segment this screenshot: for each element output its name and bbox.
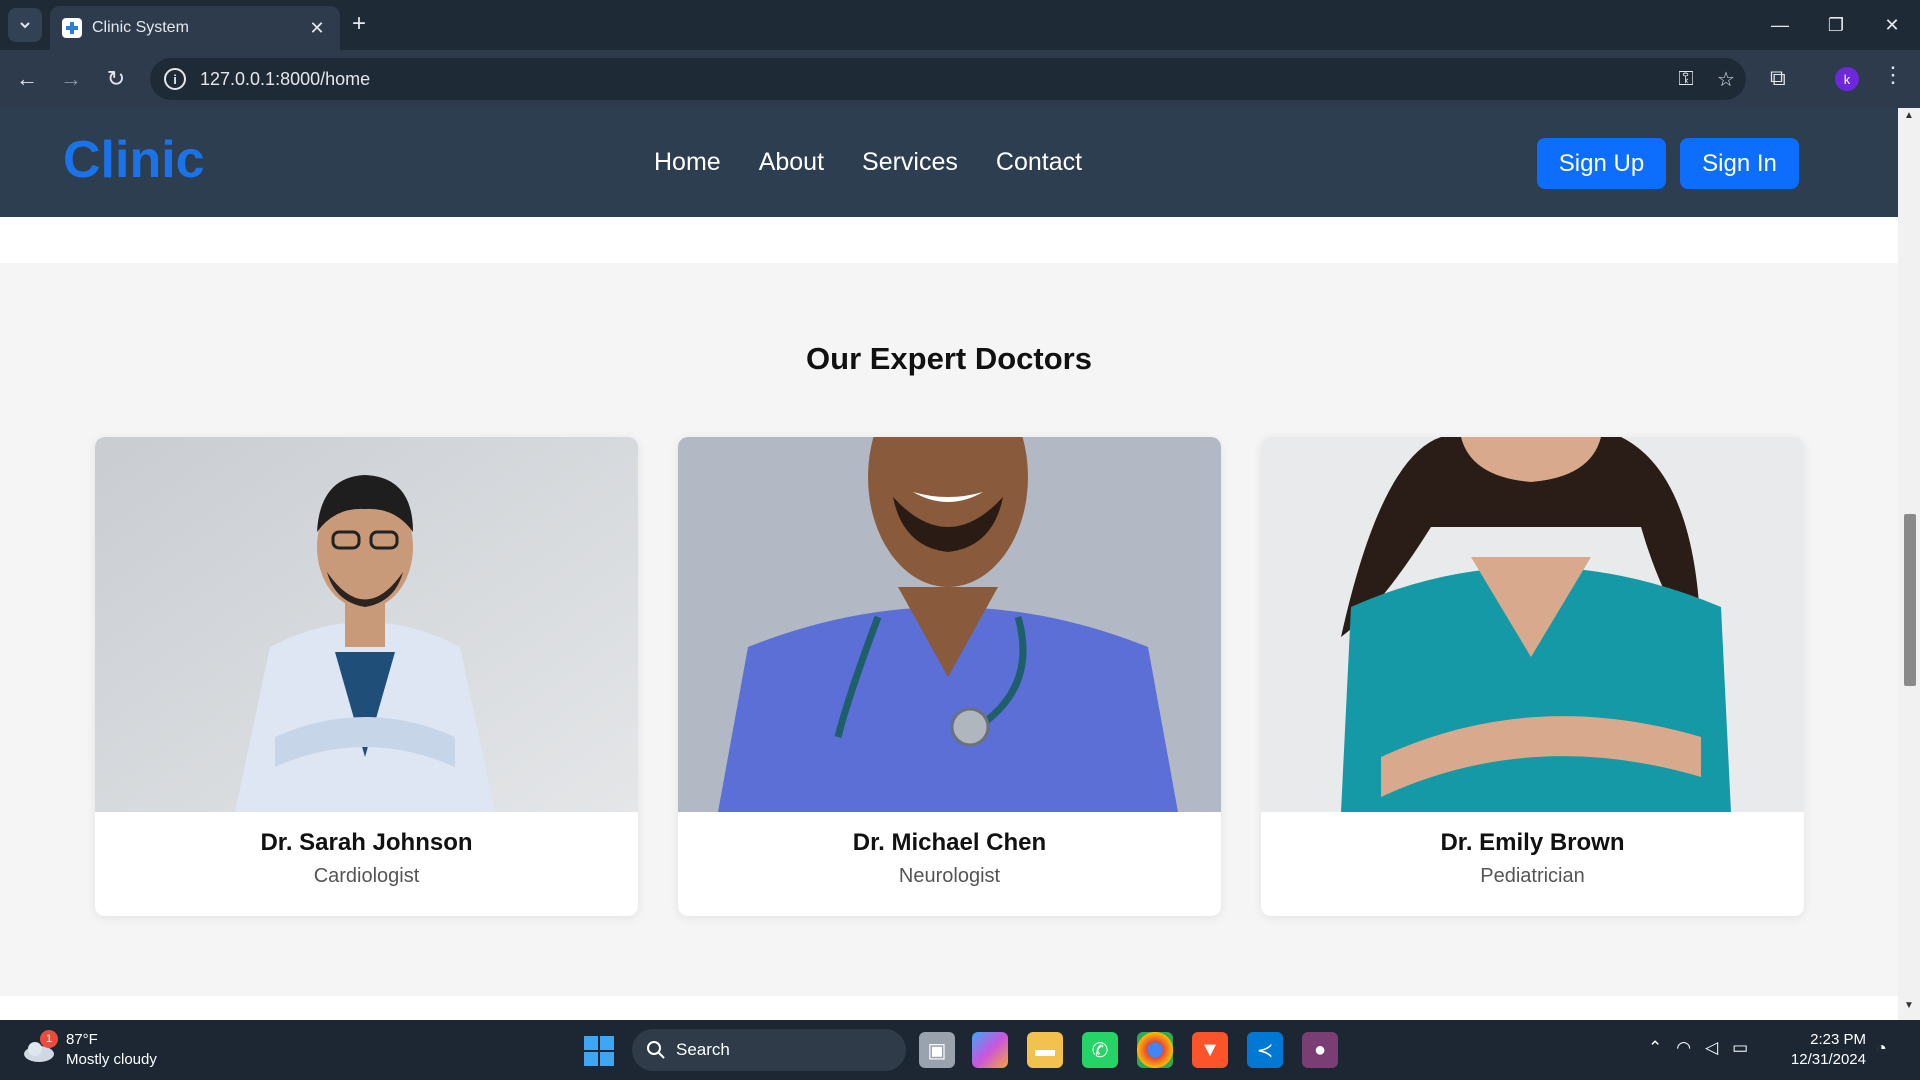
nav-home-link[interactable]: Home [654, 148, 721, 177]
nav-about-link[interactable]: About [759, 148, 824, 177]
doctor-photo [95, 437, 638, 812]
weather-desc: Mostly cloudy [66, 1051, 157, 1068]
doctor-specialty: Neurologist [898, 865, 1001, 887]
doctor-card[interactable]: Dr. Sarah Johnson Cardiologist [95, 437, 638, 916]
doctor-photo [1261, 437, 1804, 812]
chevron-down-icon [20, 22, 30, 29]
chrome-icon[interactable] [1137, 1032, 1173, 1068]
site-logo[interactable]: Clinic [63, 130, 205, 190]
weather-widget[interactable]: 1 87°F Mostly cloudy [22, 1030, 157, 1070]
new-tab-button[interactable]: + [352, 12, 366, 36]
bookmark-star-icon[interactable]: ☆ [1706, 67, 1746, 92]
wifi-icon[interactable]: ◠ [1676, 1038, 1691, 1058]
doctors-section-title: Our Expert Doctors [806, 341, 1092, 376]
weather-badge: 1 [40, 1030, 58, 1048]
clinic-favicon-icon [62, 18, 82, 38]
cloud-icon: 1 [22, 1030, 58, 1064]
extensions-puzzle-icon[interactable]: ⧉ [1770, 65, 1786, 91]
clock-time: 2:23 PM [1810, 1031, 1866, 1048]
search-label: Search [676, 1040, 730, 1059]
nav-services-link[interactable]: Services [862, 148, 958, 177]
doctor-specialty: Pediatrician [1480, 865, 1585, 887]
password-key-icon[interactable]: ⚿ [1666, 68, 1706, 91]
browser-tab-active[interactable]: Clinic System ✕ [50, 6, 340, 50]
doctor-name: Dr. Sarah Johnson [260, 829, 473, 856]
site-header: Clinic Home About Services Contact Sign … [0, 108, 1898, 217]
weather-temp: 87°F [66, 1031, 98, 1048]
window-controls: — ❐ ✕ [1752, 0, 1920, 50]
notification-bell-icon[interactable]: ◔ [1876, 1038, 1887, 1059]
tab-title: Clinic System [92, 19, 189, 36]
reload-icon[interactable]: ↻ [101, 64, 131, 94]
github-icon[interactable]: ● [1302, 1032, 1338, 1068]
windows-start-icon[interactable] [584, 1036, 614, 1066]
forward-arrow-icon[interactable]: → [56, 64, 86, 94]
os-taskbar: 1 87°F Mostly cloudy Search ▣ ▬ ✆ ▼ ≺ ● … [0, 1020, 1920, 1080]
page-viewport: Clinic Home About Services Contact Sign … [0, 108, 1898, 1020]
page-scrollbar[interactable]: ▲ ▼ [1898, 108, 1920, 1020]
back-arrow-icon[interactable]: ← [12, 64, 42, 94]
clock-date: 12/31/2024 [1790, 1051, 1866, 1068]
whatsapp-icon[interactable]: ✆ [1082, 1032, 1118, 1068]
browser-tab-strip: Clinic System ✕ + — ❐ ✕ [0, 0, 1920, 50]
section-divider [0, 996, 1898, 1020]
doctor-card[interactable]: Dr. Emily Brown Pediatrician [1261, 437, 1804, 916]
scroll-up-icon[interactable]: ▲ [1898, 110, 1920, 128]
system-tray: ⌃ ◠ ◁ ▭ [1648, 1038, 1748, 1058]
doctor-specialty: Cardiologist [313, 865, 420, 887]
nav-contact-link[interactable]: Contact [996, 148, 1082, 177]
doctor-name: Dr. Emily Brown [1440, 829, 1625, 856]
file-explorer-icon[interactable]: ▬ [1027, 1032, 1063, 1068]
scrollbar-thumb[interactable] [1904, 514, 1916, 686]
doctor-photo [678, 437, 1221, 812]
doctor-name: Dr. Michael Chen [852, 829, 1047, 856]
volume-icon[interactable]: ◁ [1705, 1038, 1718, 1058]
taskbar-clock[interactable]: 2:23 PM 12/31/2024 [1786, 1030, 1866, 1070]
tab-search-button[interactable] [8, 8, 42, 42]
section-divider [0, 217, 1898, 263]
scroll-down-icon[interactable]: ▼ [1898, 1000, 1920, 1018]
copilot-icon[interactable] [972, 1032, 1008, 1068]
battery-icon[interactable]: ▭ [1732, 1038, 1748, 1058]
restore-icon[interactable]: ❐ [1808, 0, 1864, 50]
chevron-up-icon[interactable]: ⌃ [1648, 1038, 1662, 1058]
address-bar[interactable]: i 127.0.0.1:8000/home ⚿ ☆ [150, 58, 1746, 100]
task-view-icon[interactable]: ▣ [919, 1032, 955, 1068]
vscode-icon[interactable]: ≺ [1247, 1032, 1283, 1068]
browser-menu-icon[interactable]: ⋮ [1882, 62, 1904, 88]
brave-icon[interactable]: ▼ [1192, 1032, 1228, 1068]
sign-up-button[interactable]: Sign Up [1537, 138, 1666, 189]
minimize-icon[interactable]: — [1752, 0, 1808, 50]
close-window-icon[interactable]: ✕ [1864, 0, 1920, 50]
url-text[interactable]: 127.0.0.1:8000/home [200, 69, 1666, 90]
profile-avatar[interactable]: k [1835, 67, 1859, 91]
browser-toolbar: ← → ↻ i 127.0.0.1:8000/home ⚿ ☆ ⧉ [0, 50, 1920, 108]
taskbar-search[interactable]: Search [632, 1029, 906, 1071]
sign-in-button[interactable]: Sign In [1680, 138, 1799, 189]
doctor-card[interactable]: Dr. Michael Chen Neurologist [678, 437, 1221, 916]
close-tab-icon[interactable]: ✕ [306, 18, 328, 39]
site-nav: Home About Services Contact [654, 148, 1082, 177]
site-info-icon[interactable]: i [164, 68, 186, 90]
search-icon [647, 1041, 665, 1059]
